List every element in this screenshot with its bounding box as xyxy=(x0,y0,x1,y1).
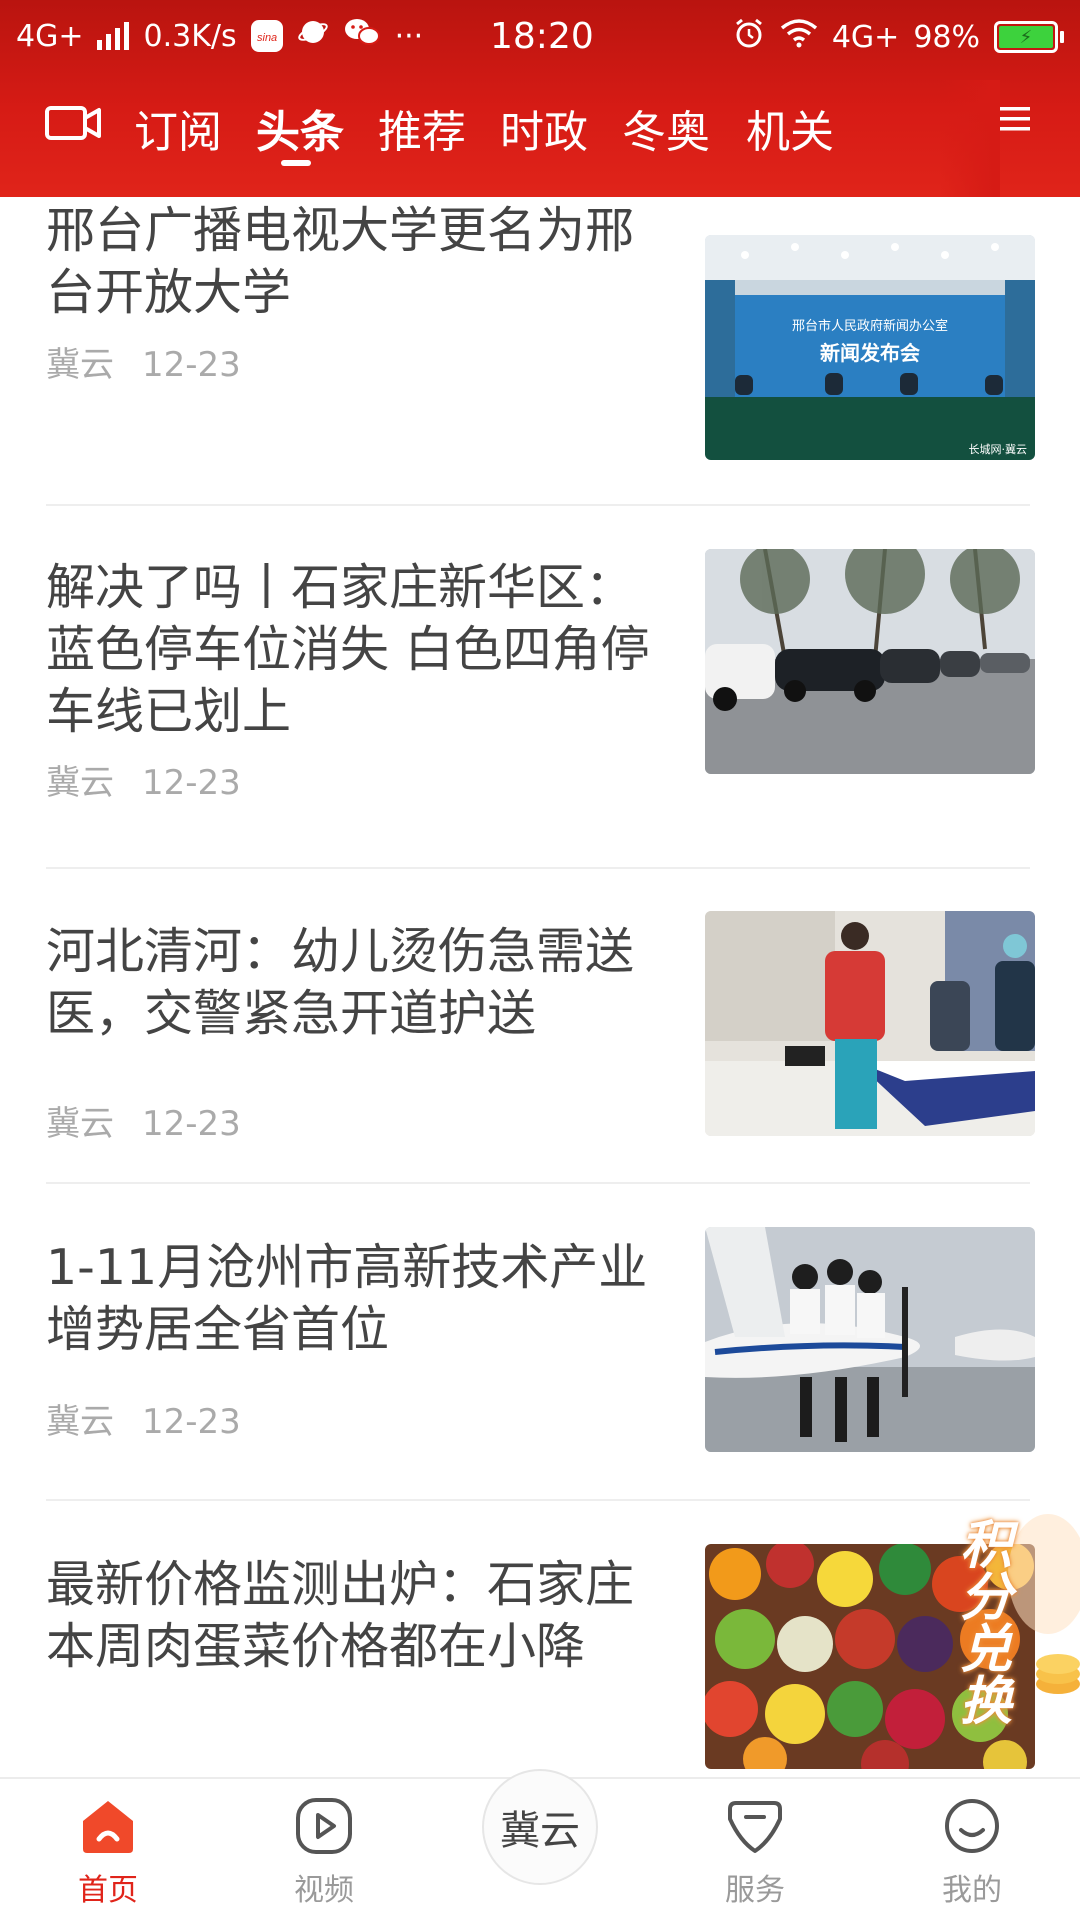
news-title: 1-11月沧州市高新技术产业增势居全省首位 xyxy=(46,1239,648,1358)
news-thumbnail xyxy=(705,1227,1035,1452)
divider xyxy=(46,1499,1030,1501)
news-title: 河北清河：幼儿烫伤急需送医，交警紧急开道护送 xyxy=(46,923,635,1042)
network-type: 4G+ xyxy=(16,18,84,54)
center-app-logo[interactable]: 冀云 xyxy=(482,1769,598,1885)
video-camera-icon[interactable] xyxy=(44,100,104,150)
nav-home[interactable]: 首页 xyxy=(43,1797,173,1909)
divider xyxy=(46,867,1030,869)
more-notifications: ··· xyxy=(394,18,424,54)
svg-text:sina: sina xyxy=(257,32,277,44)
tabs-fade xyxy=(940,80,1000,197)
tab-recommend[interactable]: 推荐 xyxy=(378,96,466,160)
service-icon xyxy=(728,1801,782,1853)
nav-video-label: 视频 xyxy=(294,1873,354,1908)
news-meta: 冀云 12-23 xyxy=(46,755,241,804)
tab-headlines[interactable]: 头条 xyxy=(256,96,344,160)
tab-subscribe[interactable]: 订阅 xyxy=(134,96,222,160)
nav-profile[interactable]: 我的 xyxy=(907,1797,1037,1909)
news-item[interactable]: 解决了吗丨石家庄新华区：蓝色停车位消失 白色四角停车线已划上 冀云 12-23 xyxy=(0,549,1080,807)
tab-government[interactable]: 机关 xyxy=(746,96,834,160)
wechat-icon xyxy=(343,16,381,56)
news-date: 12-23 xyxy=(142,345,241,385)
banner-line1: 邢台市人民政府新闻办公室 xyxy=(792,318,948,334)
news-item[interactable]: 最新价格监测出炉：石家庄本周肉蛋菜价格都在小降 xyxy=(0,1544,1080,1777)
news-title: 邢台广播电视大学更名为邢台开放大学 xyxy=(46,202,635,321)
nav-profile-label: 我的 xyxy=(942,1873,1002,1908)
planet-icon xyxy=(297,16,329,56)
news-date: 12-23 xyxy=(142,1402,241,1442)
news-meta: 冀云 12-23 xyxy=(46,1394,241,1443)
news-date: 12-23 xyxy=(142,763,241,803)
play-icon xyxy=(296,1798,352,1854)
news-meta: 冀云 12-23 xyxy=(46,337,241,386)
news-source: 冀云 xyxy=(46,1104,114,1144)
news-item[interactable]: 河北清河：幼儿烫伤急需送医，交警紧急开道护送 冀云 12-23 xyxy=(0,911,1080,1171)
news-title: 最新价格监测出炉：石家庄本周肉蛋菜价格都在小降 xyxy=(46,1556,635,1675)
nav-video[interactable]: 视频 xyxy=(259,1797,389,1909)
news-source: 冀云 xyxy=(46,763,114,803)
news-source: 冀云 xyxy=(46,1402,114,1442)
news-source: 冀云 xyxy=(46,345,114,385)
channel-menu-icon[interactable] xyxy=(1000,104,1030,138)
active-tab-indicator xyxy=(281,160,311,166)
banner-line2: 新闻发布会 xyxy=(820,341,920,365)
battery-percent: 98% xyxy=(913,19,980,55)
news-date: 12-23 xyxy=(142,1104,241,1144)
signal-bars-icon xyxy=(97,22,130,50)
status-bar: 4G+ 0.3K/s sina ··· 18:20 4G+ 98% ⚡ xyxy=(0,0,1080,74)
home-icon xyxy=(83,1801,133,1853)
news-title: 解决了吗丨石家庄新华区：蓝色停车位消失 白色四角停车线已划上 xyxy=(46,559,650,740)
photo-watermark: 长城网·冀云 xyxy=(969,442,1028,456)
nav-service[interactable]: 服务 xyxy=(690,1797,820,1909)
news-item[interactable]: 1-11月沧州市高新技术产业增势居全省首位 冀云 12-23 xyxy=(0,1227,1080,1487)
news-thumbnail: 邢台市人民政府新闻办公室 新闻发布会 长城网·冀云 xyxy=(705,235,1035,460)
nav-service-label: 服务 xyxy=(725,1873,785,1908)
battery-icon: ⚡ xyxy=(994,21,1064,53)
divider xyxy=(46,504,1030,506)
divider xyxy=(46,1182,1030,1184)
network-type-right: 4G+ xyxy=(831,19,900,55)
tab-politics[interactable]: 时政 xyxy=(500,96,588,160)
news-thumbnail xyxy=(705,911,1035,1136)
points-exchange-badge[interactable]: 积分兑换 xyxy=(958,1514,1080,1744)
tab-winter-olympics[interactable]: 冬奥 xyxy=(622,96,710,160)
badge-text: 积分兑换 xyxy=(960,1516,1013,1732)
profile-smile-icon xyxy=(945,1799,999,1853)
network-speed: 0.3K/s xyxy=(143,18,237,54)
sina-weibo-icon: sina xyxy=(250,20,283,52)
alarm-icon xyxy=(732,16,766,58)
news-thumbnail xyxy=(705,549,1035,774)
news-meta: 冀云 12-23 xyxy=(46,1096,241,1145)
news-item[interactable]: 邢台广播电视大学更名为邢台开放大学 冀云 12-23 邢台市人民政府新闻办公室 新… xyxy=(0,197,1080,460)
app-header: 4G+ 0.3K/s sina ··· 18:20 4G+ 98% ⚡ 订阅 头… xyxy=(0,0,1080,197)
status-time: 18:20 xyxy=(490,16,594,57)
news-feed: 邢台广播电视大学更名为邢台开放大学 冀云 12-23 邢台市人民政府新闻办公室 新… xyxy=(0,197,1080,1777)
nav-home-label: 首页 xyxy=(78,1873,138,1908)
wifi-icon xyxy=(780,18,818,56)
bottom-navigation: 首页 视频 冀云 服务 我的 xyxy=(0,1769,1080,1920)
channel-tabs: 订阅 头条 推荐 时政 冬奥 机关 xyxy=(0,80,1080,197)
